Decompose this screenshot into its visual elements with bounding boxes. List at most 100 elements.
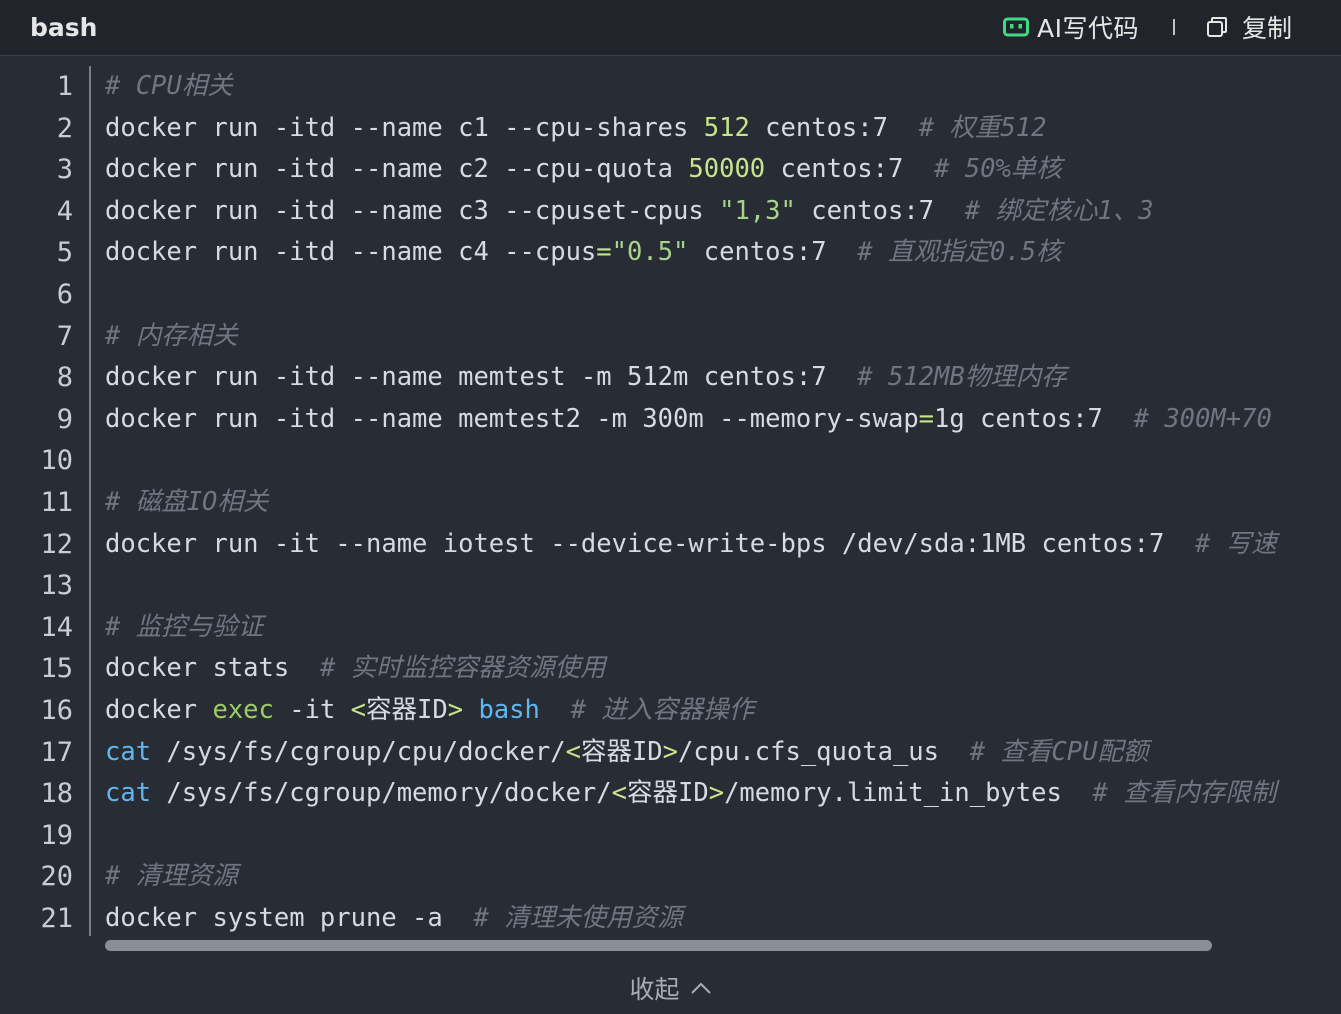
code-line: 10 (0, 440, 1320, 482)
line-number: 21 (40, 903, 73, 934)
copy-button[interactable]: 复制 (1206, 10, 1292, 44)
code-comment: # 查看CPU配额 (969, 736, 1149, 767)
code-comment: # CPU相关 (105, 71, 233, 101)
code-token: centos:7 (765, 154, 935, 185)
line-number: 3 (56, 154, 73, 186)
line-number: 5 (56, 237, 73, 269)
line-content: # 监控与验证 (105, 607, 1315, 649)
code-token: = (918, 403, 935, 434)
code-line: 14 # 监控与验证 (0, 607, 1320, 649)
line-number: 9 (56, 403, 73, 435)
code-token: 50000 (688, 154, 766, 185)
code-token: docker stats (105, 653, 320, 684)
line-number: 18 (40, 778, 73, 810)
code-token: 容器ID (366, 695, 448, 725)
line-content: # 清理资源 (105, 856, 1315, 898)
code-line: 9 docker run -itd --name memtest2 -m 300m… (0, 399, 1320, 441)
code-token: cat (105, 778, 152, 809)
code-comment: # 内存相关 (105, 320, 238, 351)
collapse-button[interactable]: 收起 (0, 962, 1341, 1014)
code-line: 13 (0, 565, 1320, 607)
line-content: # 磁盘IO相关 (105, 482, 1315, 524)
line-number: 1 (56, 71, 73, 102)
line-number: 7 (56, 320, 73, 352)
code-token: > (708, 778, 725, 809)
code-line: 3 docker run -itd --name c2 --cpu-quota 5… (0, 149, 1320, 191)
code-line: 11 # 磁盘IO相关 (0, 482, 1320, 524)
line-number: 6 (56, 279, 73, 310)
chevron-up-icon (690, 982, 711, 994)
code-token: < (350, 695, 367, 725)
line-content: docker run -it --name iotest --device-wr… (105, 524, 1315, 566)
line-number: 13 (40, 570, 73, 602)
line-number: 20 (40, 861, 73, 893)
robot-icon (1003, 17, 1029, 37)
ai-write-code-button[interactable]: AI写代码 (1003, 10, 1139, 44)
code-token: /cpu.cfs_quota_us (678, 736, 970, 767)
line-number: 2 (56, 112, 73, 144)
code-token: "0.5" (611, 237, 689, 268)
code-comment: # 权重512 (918, 112, 1047, 143)
code-line: 5 docker run -itd --name c4 --cpus="0.5" … (0, 232, 1320, 274)
code-comment: # 300M+70 (1133, 403, 1272, 434)
code-token: < (565, 736, 581, 767)
code-token: centos:7 (688, 237, 858, 268)
line-content: docker run -itd --name c4 --cpus="0.5" c… (105, 232, 1315, 274)
code-token: centos:7 (795, 195, 965, 226)
code-token: = (596, 237, 612, 268)
code-comment: # 512MB物理内存 (857, 362, 1067, 393)
line-number: 19 (40, 819, 73, 851)
code-comment: # 绑定核心1、3 (964, 195, 1154, 226)
line-content: docker run -itd --name c3 --cpuset-cpus … (105, 191, 1315, 233)
code-comment: # 50%单核 (934, 154, 1062, 185)
code-line: 6 (0, 274, 1320, 316)
code-token: /memory.limit_in_bytes (724, 778, 1093, 809)
code-token: 512 (703, 112, 750, 143)
code-comment: # 进入容器操作 (570, 695, 755, 725)
line-content: docker run -itd --name c2 --cpu-quota 50… (105, 149, 1315, 191)
horizontal-scrollbar[interactable] (105, 940, 1212, 951)
code-token: "1,3" (719, 195, 796, 226)
code-token: > (447, 695, 464, 725)
line-content: docker run -itd --name memtest -m 512m c… (105, 357, 1315, 399)
code-comment: # 清理资源 (105, 861, 238, 892)
code-token: docker run -itd --name memtest2 -m 300m … (105, 403, 919, 434)
code-token: /sys/fs/cgroup/memory/docker/ (151, 778, 612, 809)
header-divider (1173, 19, 1175, 35)
line-content: docker run -itd --name c1 --cpu-shares 5… (105, 108, 1315, 150)
copy-label: 复制 (1242, 14, 1293, 43)
code-token: -it (273, 695, 351, 725)
code-token: centos:7 (749, 112, 919, 143)
code-token: 容器ID (580, 736, 663, 767)
code-comment: # 磁盘IO相关 (105, 487, 269, 517)
code-comment: # 写速 (1195, 528, 1277, 559)
code-token: exec (212, 695, 274, 725)
code-line: 20 # 清理资源 (0, 856, 1320, 898)
line-number: 15 (40, 653, 73, 685)
code-token: bash (478, 695, 540, 725)
code-block-header: bash AI写代码 复制 (0, 0, 1341, 56)
line-number: 17 (40, 736, 73, 768)
line-content: cat /sys/fs/cgroup/cpu/docker/<容器ID>/cpu… (105, 732, 1315, 774)
code-line: 8 docker run -itd --name memtest -m 512m … (0, 357, 1320, 399)
code-line: 17 cat /sys/fs/cgroup/cpu/docker/<容器ID>/c… (0, 732, 1320, 774)
code-line: 19 (0, 815, 1320, 857)
code-line: 16 docker exec -it <容器ID> bash # 进入容器操作 (0, 690, 1320, 732)
code-token: 1g centos:7 (934, 403, 1134, 434)
code-token: > (662, 736, 679, 767)
code-comment: # 清理未使用资源 (473, 903, 683, 933)
code-area[interactable]: 1 # CPU相关 2 docker run -itd --name c1 --cpu… (0, 66, 1341, 936)
language-label: bash (30, 13, 98, 42)
collapse-label: 收起 (629, 975, 680, 1004)
code-token: docker (105, 695, 213, 725)
code-token: docker run -itd --name c3 --cpuset-cpus (105, 195, 720, 226)
code-comment: # 查看内存限制 (1092, 778, 1277, 809)
code-line: 4 docker run -itd --name c3 --cpuset-cpus… (0, 191, 1320, 233)
line-content: docker run -itd --name memtest2 -m 300m … (105, 399, 1315, 441)
code-line: 2 docker run -itd --name c1 --cpu-shares … (0, 108, 1320, 150)
line-number: 11 (40, 487, 73, 518)
code-token: docker run -itd --name memtest -m 512m c… (105, 362, 858, 393)
code-token: docker system prune -a (105, 903, 474, 933)
